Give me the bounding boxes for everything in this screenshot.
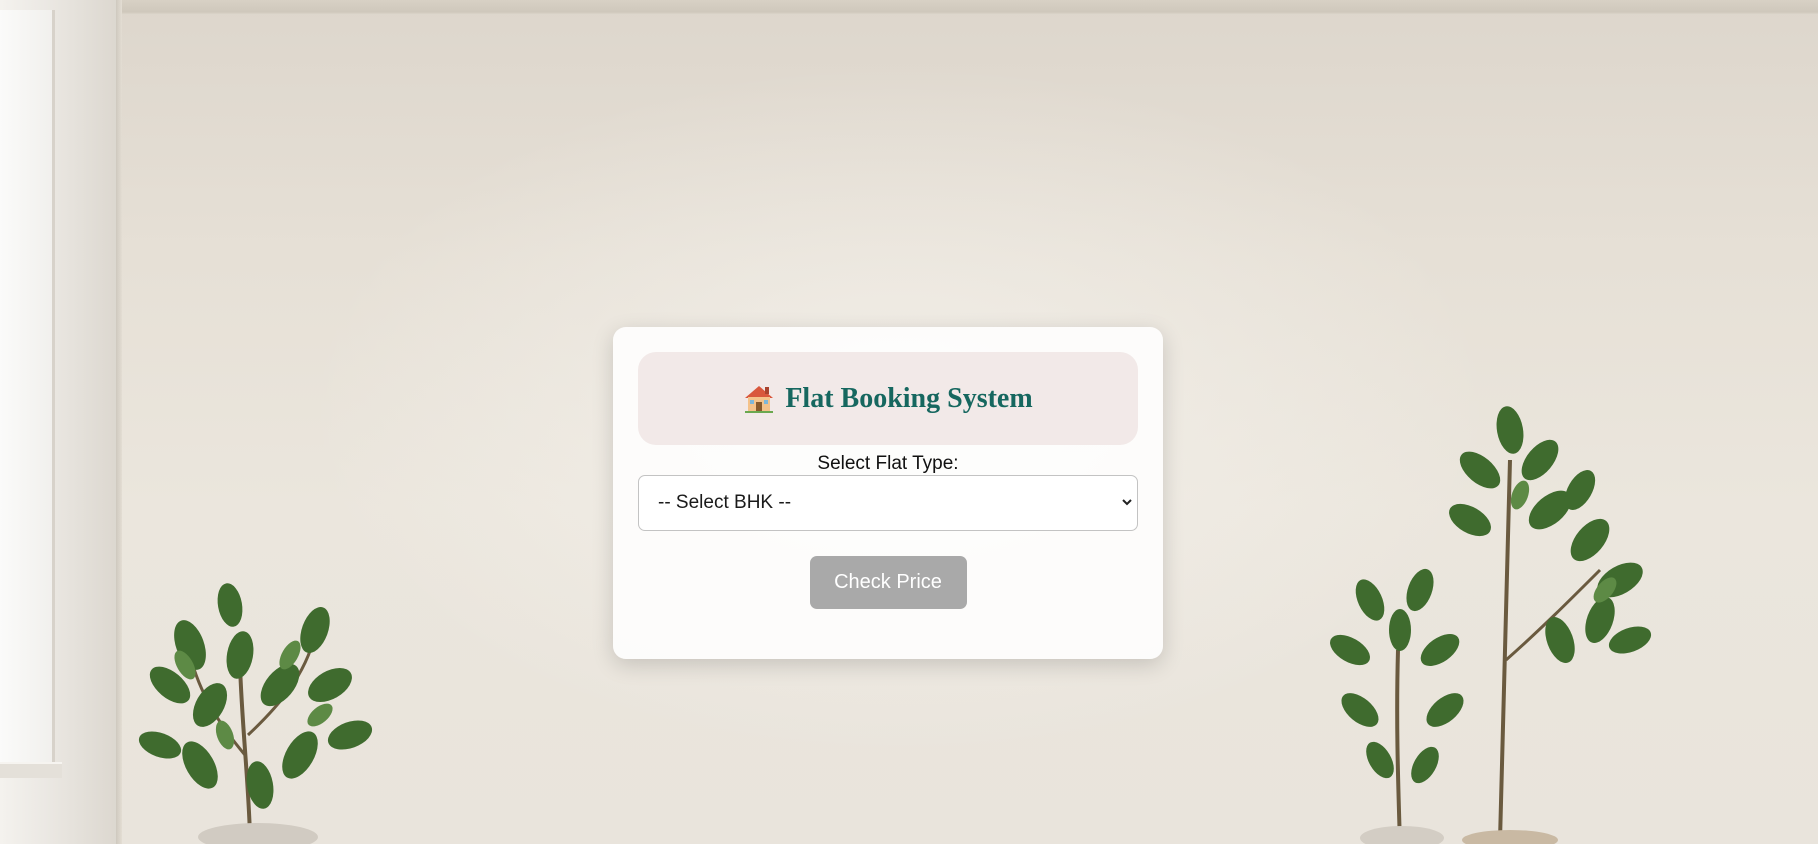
window-glass bbox=[0, 10, 55, 770]
bhk-select-value: -- Select BHK -- bbox=[658, 492, 792, 513]
booking-card: Flat Booking System Select Flat Type: --… bbox=[613, 327, 1163, 659]
right-plant-tall bbox=[1449, 406, 1652, 844]
chevron-down-icon bbox=[1122, 499, 1132, 506]
window-frame bbox=[0, 0, 118, 844]
bhk-select[interactable]: -- Select BHK -- bbox=[638, 475, 1138, 531]
house-icon bbox=[745, 385, 774, 413]
window-sill bbox=[0, 762, 62, 778]
check-price-button[interactable]: Check Price bbox=[809, 556, 967, 609]
page-title: Flat Booking System bbox=[785, 382, 1033, 414]
wall-corner bbox=[116, 0, 122, 844]
left-plant bbox=[138, 583, 373, 844]
header-banner: Flat Booking System bbox=[638, 352, 1138, 445]
ceiling-edge bbox=[0, 0, 1818, 15]
flat-type-label: Select Flat Type: bbox=[817, 453, 959, 474]
